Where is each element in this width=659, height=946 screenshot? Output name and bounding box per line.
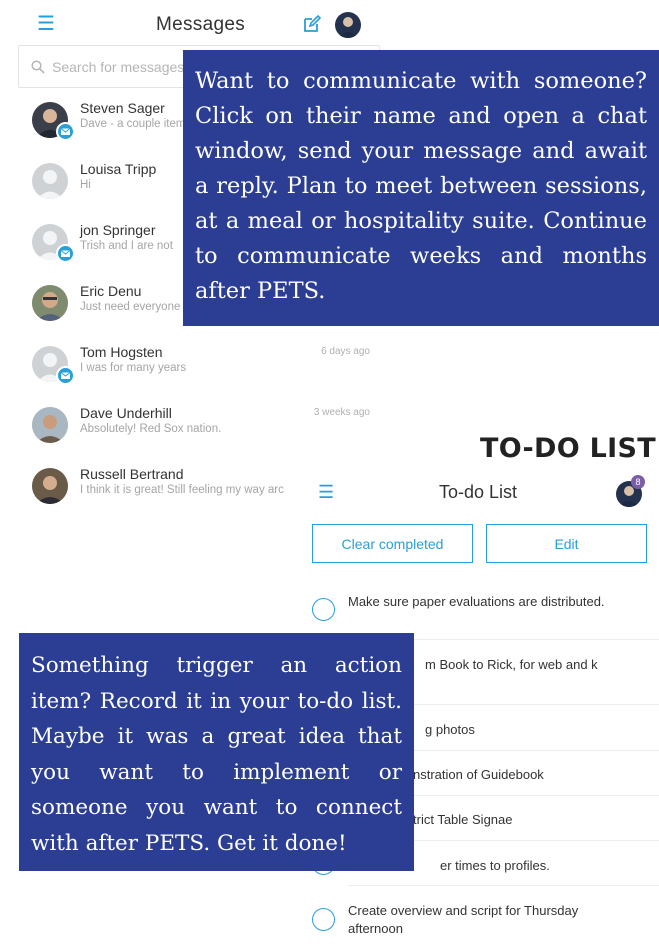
message-snippet: I think it is great! Still feeling my wa…: [80, 484, 284, 496]
user-avatar[interactable]: [335, 12, 361, 38]
contact-name: jon Springer: [80, 222, 156, 238]
message-time: 6 days ago: [321, 346, 370, 357]
contact-name: Tom Hogsten: [80, 344, 163, 360]
compose-icon[interactable]: [303, 15, 321, 33]
todo-item[interactable]: Create overview and script for Thursday …: [298, 898, 659, 946]
todo-item-text: nstration of Guidebook: [413, 767, 544, 782]
todo-item-text: Create overview and script for Thursday …: [348, 903, 579, 936]
todo-item-text: m Book to Rick, for web and k: [425, 657, 598, 672]
notification-badge: 8: [631, 475, 645, 489]
menu-icon[interactable]: ☰: [37, 14, 55, 34]
avatar: [32, 407, 68, 443]
todo-section-heading: TO-DO LIST: [480, 433, 656, 464]
conversation-item[interactable]: Dave Underhill Absolutely! Red Sox natio…: [18, 401, 380, 462]
clear-completed-button[interactable]: Clear completed: [312, 524, 473, 563]
todo-item-text: Make sure paper evaluations are distribu…: [348, 594, 605, 609]
todo-callout: Something trigger an action item? Record…: [19, 633, 414, 871]
menu-icon[interactable]: ☰: [318, 483, 334, 501]
checkbox-circle-icon[interactable]: [312, 908, 335, 931]
todo-item-text: er times to profiles.: [440, 858, 550, 873]
todo-item-text: g photos: [425, 722, 475, 737]
contact-name: Eric Denu: [80, 283, 142, 299]
messages-callout: Want to communicate with someone? Click …: [183, 50, 659, 326]
conversation-item[interactable]: Tom Hogsten I was for many years 6 days …: [18, 340, 380, 401]
checkbox-circle-icon[interactable]: [312, 598, 335, 621]
unread-mail-icon: [56, 244, 75, 263]
avatar: [32, 468, 68, 504]
contact-name: Louisa Tripp: [80, 161, 157, 177]
messages-header: ☰ Messages: [0, 0, 380, 50]
contact-name: Russell Bertrand: [80, 466, 184, 482]
contact-name: Steven Sager: [80, 100, 165, 116]
avatar: [32, 285, 68, 321]
avatar: [32, 163, 68, 199]
todo-title: To-do List: [439, 482, 518, 502]
message-snippet: Absolutely! Red Sox nation.: [80, 423, 222, 435]
unread-mail-icon: [56, 122, 75, 141]
edit-button[interactable]: Edit: [486, 524, 647, 563]
unread-mail-icon: [56, 366, 75, 385]
contact-name: Dave Underhill: [80, 405, 172, 421]
divider: [348, 885, 659, 886]
page-title: Messages: [156, 14, 245, 35]
message-time: 3 weeks ago: [313, 407, 370, 418]
todo-item-text: trict Table Signae: [413, 812, 513, 827]
message-snippet: I was for many years: [80, 362, 187, 374]
todo-item[interactable]: Make sure paper evaluations are distribu…: [298, 585, 659, 640]
search-icon: [31, 60, 45, 74]
